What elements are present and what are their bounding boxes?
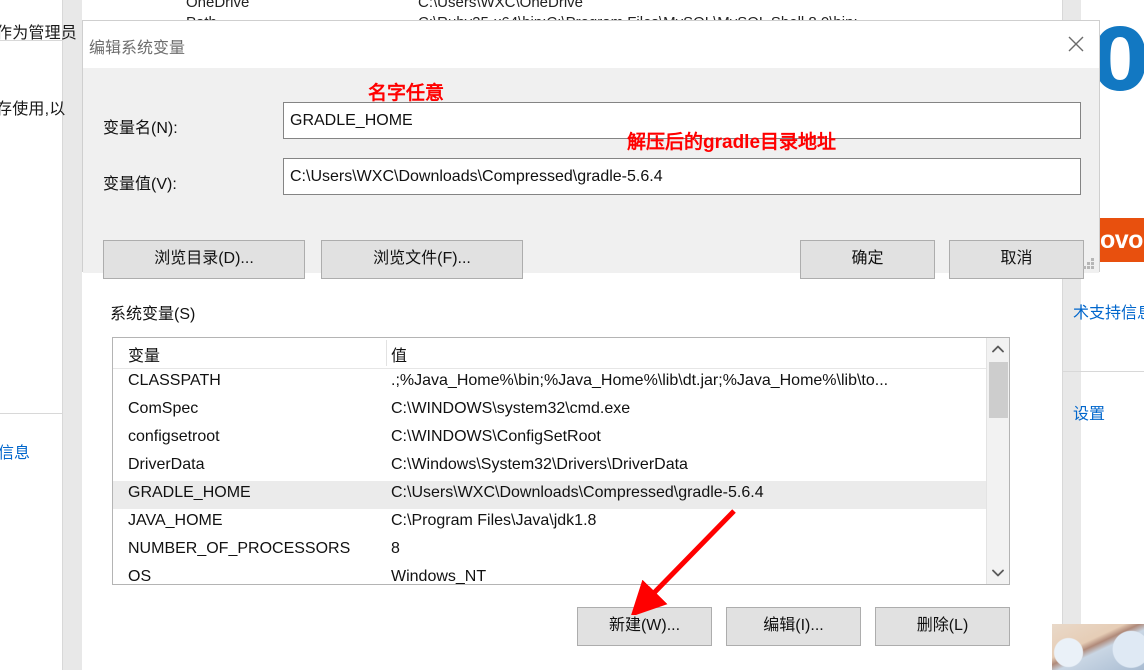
brand-logo: ovo. [1098,218,1144,262]
dialog-body: 变量名(N): 变量值(V): 浏览目录(D)... 浏览文件(F)... 确定… [83,68,1099,279]
annotation-value-hint: 解压后的gradle目录地址 [627,132,837,153]
dialog-titlebar[interactable]: 编辑系统变量 [83,21,1099,68]
screen-root: OneDrive C:\Users\WXC\OneDrive Path C:\R… [0,0,1144,670]
row-variable-value: C:\WINDOWS\ConfigSetRoot [391,428,601,445]
system-variables-group-label: 系统变量(S) [110,300,202,324]
column-header-variable: 变量 [128,348,161,365]
row-variable-value: C:\Users\WXC\Downloads\Compressed\gradle… [391,484,764,501]
table-row[interactable]: JAVA_HOME C:\Program Files\Java\jdk1.8 [113,509,1009,537]
bg-left-text-1: 存使用,以 [0,101,66,118]
system-variables-list[interactable]: 变量 值 CLASSPATH .;%Java_Home%\bin;%Java_H… [112,337,1010,585]
row-variable-value: .;%Java_Home%\bin;%Java_Home%\lib\dt.jar… [391,372,889,389]
row-variable-value: Windows_NT [391,568,487,585]
row-variable-name: NUMBER_OF_PROCESSORS [128,540,351,557]
table-row[interactable]: configsetroot C:\WINDOWS\ConfigSetRoot [113,425,1009,453]
row-variable-name: ComSpec [128,400,199,417]
row-variable-name: OS [128,568,152,585]
variable-value-input[interactable] [283,158,1081,195]
table-row-selected[interactable]: GRADLE_HOME C:\Users\WXC\Downloads\Compr… [113,481,1009,509]
resize-grip[interactable] [1083,258,1095,270]
bg-divider-right [1063,371,1144,372]
bg-right-link-support[interactable]: 术支持信息 [1073,299,1144,323]
annotation-name-hint: 名字任意 [368,83,445,104]
edit-system-variable-dialog: 编辑系统变量 变量名(N): 变量值(V): 浏览目录(D)... 浏览文件(F… [82,20,1100,279]
table-row[interactable]: ComSpec C:\WINDOWS\system32\cmd.exe [113,397,1009,425]
ok-button[interactable]: 确定 [800,240,935,279]
variable-value-label: 变量值(V): [103,176,177,193]
bg-row-name-0: OneDrive [186,0,250,11]
row-variable-name: GRADLE_HOME [128,484,251,501]
list-header: 变量 值 [113,338,1009,369]
edit-variable-button[interactable]: 编辑(I)... [726,607,861,646]
vertical-scrollbar[interactable] [986,338,1009,584]
bg-right-link-settings[interactable]: 设置 [1073,400,1105,424]
column-header-value: 值 [391,348,408,365]
row-variable-value: C:\WINDOWS\system32\cmd.exe [391,400,631,417]
cancel-button[interactable]: 取消 [949,240,1084,279]
table-row[interactable]: OS Windows_NT [113,565,1009,585]
bg-left-text-0: 作为管理员 [0,25,78,42]
row-variable-value: C:\Windows\System32\Drivers\DriverData [391,456,688,473]
column-divider [386,340,387,366]
row-variable-name: JAVA_HOME [128,512,223,529]
row-variable-value: C:\Program Files\Java\jdk1.8 [391,512,597,529]
scroll-down-icon[interactable] [987,562,1009,584]
table-row[interactable]: CLASSPATH .;%Java_Home%\bin;%Java_Home%\… [113,369,1009,397]
table-row[interactable]: NUMBER_OF_PROCESSORS 8 [113,537,1009,565]
browse-directory-button[interactable]: 浏览目录(D)... [103,240,305,279]
dialog-title: 编辑系统变量 [89,40,186,57]
delete-variable-button[interactable]: 删除(L) [875,607,1010,646]
table-row[interactable]: DriverData C:\Windows\System32\Drivers\D… [113,453,1009,481]
variable-name-label: 变量名(N): [103,120,178,137]
row-variable-value: 8 [391,540,400,557]
scroll-up-icon[interactable] [987,338,1009,360]
bg-row-value-0: C:\Users\WXC\OneDrive [418,0,584,11]
row-variable-name: CLASSPATH [128,372,221,389]
close-icon[interactable] [1053,21,1099,66]
scrollbar-thumb[interactable] [989,362,1008,418]
desktop-wallpaper [1052,624,1144,670]
browse-file-button[interactable]: 浏览文件(F)... [321,240,523,279]
row-variable-name: DriverData [128,456,205,473]
bg-left-link-info[interactable]: 信息 [0,439,30,463]
row-variable-name: configsetroot [128,428,220,445]
new-variable-button[interactable]: 新建(W)... [577,607,712,646]
